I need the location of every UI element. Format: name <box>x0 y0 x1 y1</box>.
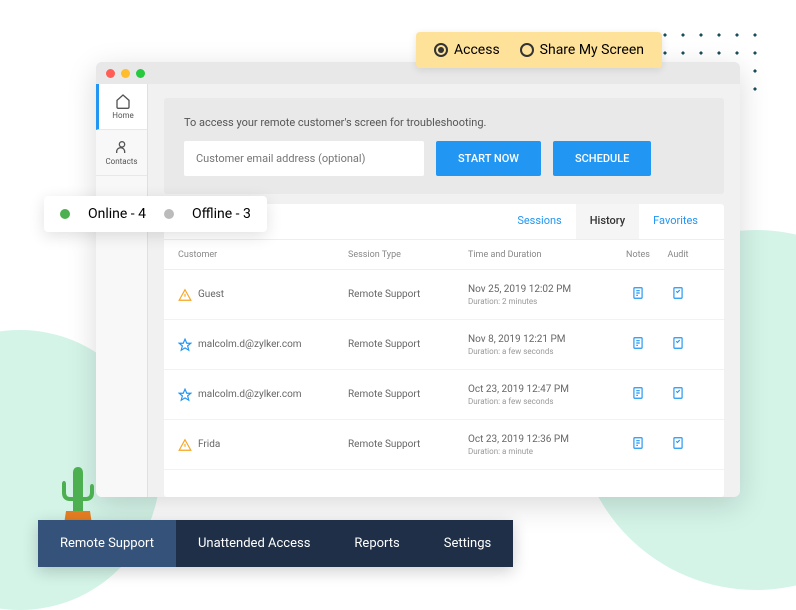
hero-row: START NOW SCHEDULE <box>184 141 704 176</box>
session-time: Oct 23, 2019 12:36 PM <box>468 434 618 445</box>
offline-dot-icon <box>164 209 174 219</box>
session-type: Remote Support <box>348 389 468 400</box>
start-now-button[interactable]: START NOW <box>436 141 541 176</box>
share-label: Share My Screen <box>540 42 644 58</box>
customer-name: malcolm.d@zylker.com <box>198 339 302 350</box>
offline-count: Offline - 3 <box>192 206 251 222</box>
share-screen-radio[interactable]: Share My Screen <box>520 42 644 58</box>
app-body: Home Contacts To access your remote cust… <box>96 84 740 497</box>
sidebar: Home Contacts <box>96 84 148 497</box>
notes-icon[interactable] <box>631 436 645 450</box>
session-type: Remote Support <box>348 439 468 450</box>
customer-email-input[interactable] <box>184 141 424 176</box>
nav-unattended[interactable]: Unattended Access <box>176 520 332 567</box>
warn-icon <box>178 288 192 302</box>
session-time: Oct 23, 2019 12:47 PM <box>468 384 618 395</box>
session-duration: Duration: a few seconds <box>468 347 618 356</box>
table-header: Customer Session Type Time and Duration … <box>164 240 724 270</box>
nav-reports[interactable]: Reports <box>332 520 421 567</box>
table-row[interactable]: malcolm.d@zylker.com Remote SupportNov 8,… <box>164 320 724 370</box>
maximize-dot-icon[interactable] <box>136 69 145 78</box>
home-icon <box>115 93 131 109</box>
session-type: Remote Support <box>348 289 468 300</box>
notes-icon[interactable] <box>631 286 645 300</box>
th-time: Time and Duration <box>468 250 618 260</box>
session-time: Nov 8, 2019 12:21 PM <box>468 334 618 345</box>
tab-favorites[interactable]: Favorites <box>639 204 712 239</box>
table-body: GuestRemote SupportNov 25, 2019 12:02 PM… <box>164 270 724 470</box>
online-dot-icon <box>60 209 70 219</box>
session-type: Remote Support <box>348 339 468 350</box>
audit-icon[interactable] <box>671 386 685 400</box>
session-duration: Duration: a minute <box>468 447 618 456</box>
sidebar-item-label: Contacts <box>105 157 137 166</box>
star-icon <box>178 388 192 402</box>
tab-history[interactable]: History <box>576 204 639 239</box>
session-duration: Duration: a few seconds <box>468 397 618 406</box>
th-notes: Notes <box>618 250 658 260</box>
sidebar-item-label: Home <box>112 111 134 120</box>
hero-panel: To access your remote customer's screen … <box>164 98 724 194</box>
contacts-icon <box>114 139 130 155</box>
table-row[interactable]: malcolm.d@zylker.com Remote SupportOct 23… <box>164 370 724 420</box>
star-icon <box>178 338 192 352</box>
notes-icon[interactable] <box>631 336 645 350</box>
schedule-button[interactable]: SCHEDULE <box>553 141 651 176</box>
access-radio[interactable]: Access <box>434 42 500 58</box>
customer-name: Guest <box>198 289 224 300</box>
nav-remote-support[interactable]: Remote Support <box>38 520 176 567</box>
minimize-dot-icon[interactable] <box>121 69 130 78</box>
access-mode-badge: Access Share My Screen <box>416 32 662 68</box>
tab-sessions[interactable]: Sessions <box>503 204 575 239</box>
sidebar-item-contacts[interactable]: Contacts <box>96 130 147 176</box>
th-audit: Audit <box>658 250 698 260</box>
bottom-nav: Remote Support Unattended Access Reports… <box>38 520 513 567</box>
online-count: Online - 4 <box>88 206 146 222</box>
hero-text: To access your remote customer's screen … <box>184 116 704 129</box>
warn-icon <box>178 438 192 452</box>
app-window: Home Contacts To access your remote cust… <box>96 62 740 497</box>
audit-icon[interactable] <box>671 336 685 350</box>
sessions-card: Sessions History Favorites Customer Sess… <box>164 204 724 497</box>
customer-name: Frida <box>198 439 220 450</box>
audit-icon[interactable] <box>671 436 685 450</box>
nav-settings[interactable]: Settings <box>422 520 513 567</box>
status-badge: Online - 4 Offline - 3 <box>44 196 267 232</box>
th-customer: Customer <box>178 250 348 260</box>
notes-icon[interactable] <box>631 386 645 400</box>
access-label: Access <box>454 42 500 58</box>
close-dot-icon[interactable] <box>106 69 115 78</box>
table-row[interactable]: Frida Remote SupportOct 23, 2019 12:36 PM… <box>164 420 724 470</box>
session-time: Nov 25, 2019 12:02 PM <box>468 284 618 295</box>
radio-off-icon <box>520 43 534 57</box>
sidebar-item-home[interactable]: Home <box>96 84 147 130</box>
radio-on-icon <box>434 43 448 57</box>
th-type: Session Type <box>348 250 468 260</box>
table-row[interactable]: Guest Remote SupportNov 25, 2019 12:02 PM… <box>164 270 724 320</box>
main-content: To access your remote customer's screen … <box>148 84 740 497</box>
audit-icon[interactable] <box>671 286 685 300</box>
session-duration: Duration: 2 minutes <box>468 297 618 306</box>
customer-name: malcolm.d@zylker.com <box>198 389 302 400</box>
